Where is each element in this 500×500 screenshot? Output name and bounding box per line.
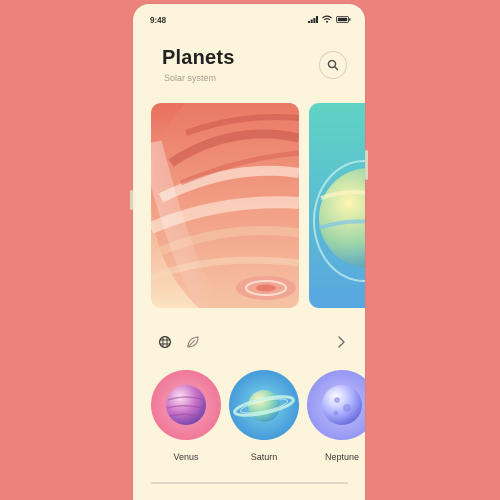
neptune-illustration [307, 370, 365, 440]
page-subtitle: Solar system [164, 73, 217, 83]
planet-name: Neptune [324, 452, 360, 462]
chevron-right-icon [338, 336, 345, 348]
signal-icon [308, 15, 318, 23]
leaf-icon [187, 336, 199, 348]
neptune-thumbnail [307, 370, 365, 440]
phone-side-button-right [365, 150, 368, 180]
filter-planets-button[interactable] [158, 334, 172, 349]
venus-illustration [151, 370, 221, 440]
next-planet-card[interactable] [309, 103, 365, 308]
planet-item-venus[interactable]: Venus [150, 370, 222, 462]
wifi-icon [322, 15, 332, 23]
home-indicator[interactable] [151, 482, 348, 484]
venus-thumbnail [151, 370, 221, 440]
planet-grid-icon [158, 335, 172, 349]
phone-screen: 9:48 Planets Solar system Venus Saturn N… [133, 4, 365, 500]
status-icons [308, 15, 351, 23]
status-time: 9:48 [150, 16, 167, 25]
search-button[interactable] [319, 51, 347, 79]
page-title: Planets [162, 47, 235, 69]
filter-nature-button[interactable] [186, 334, 200, 348]
saturn-thumbnail [229, 370, 299, 440]
saturn-illustration [229, 370, 299, 440]
planet-item-saturn[interactable]: Saturn [228, 370, 300, 462]
planet-name: Venus [173, 452, 199, 462]
planet-name: Saturn [250, 452, 278, 462]
search-icon [327, 59, 339, 71]
featured-planet-card[interactable] [151, 103, 299, 308]
next-button[interactable] [335, 334, 347, 348]
jupiter-illustration [151, 103, 299, 308]
status-bar: 9:48 [133, 4, 365, 32]
battery-icon [336, 15, 351, 23]
planet-item-neptune[interactable]: Neptune [306, 370, 365, 462]
blue-planet-illustration [309, 103, 365, 308]
